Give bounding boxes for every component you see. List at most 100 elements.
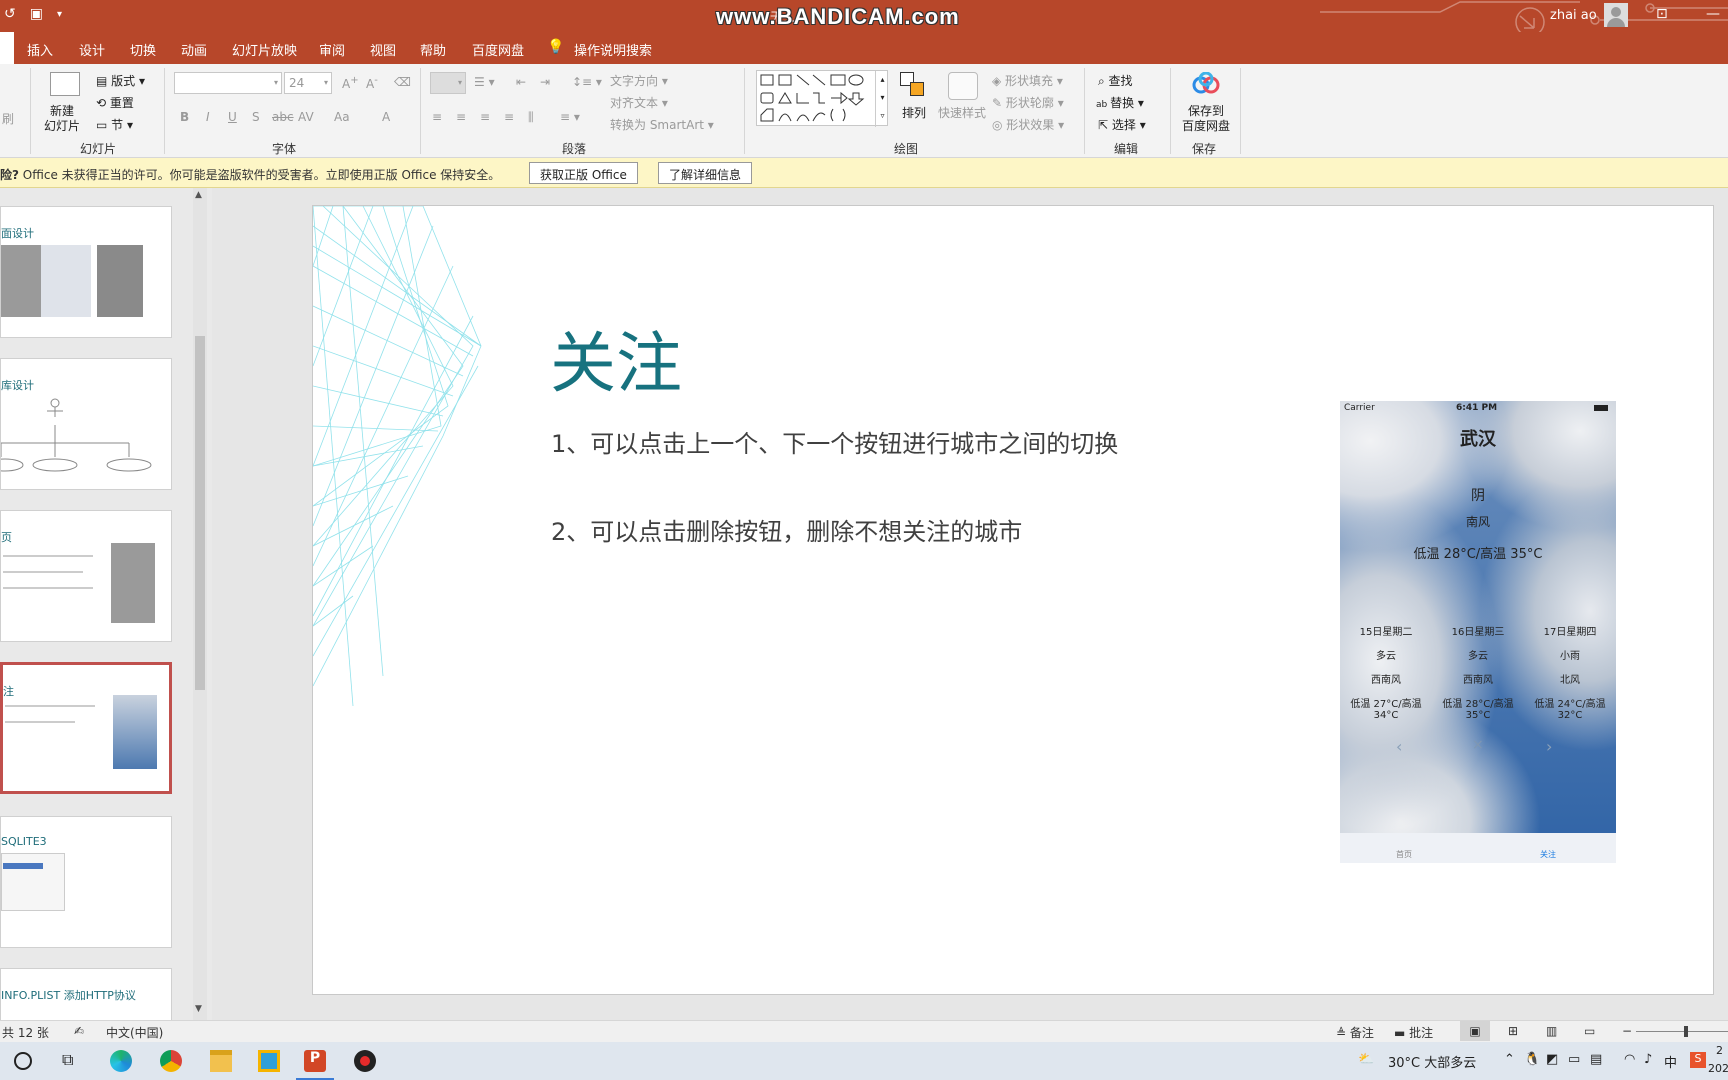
line-spacing-icon[interactable]: ↕≡ ▾	[572, 75, 602, 89]
shapes-gallery[interactable]: ▴ ▾ ▿	[756, 70, 889, 127]
ime-indicator[interactable]: 中	[1664, 1052, 1677, 1071]
shape-fill-button[interactable]: ◈ 形状填充 ▾	[992, 72, 1063, 89]
slide-thumbnail[interactable]: INFO.PLIST 添加HTTP协议	[0, 968, 172, 1020]
slide-thumbnail[interactable]: 面设计	[0, 206, 172, 338]
tab-view[interactable]: 视图	[370, 40, 396, 59]
convert-smartart-button[interactable]: 转换为 SmartArt ▾	[610, 116, 714, 133]
task-view-icon[interactable]: ⧉	[62, 1050, 84, 1072]
tray-app-icon[interactable]: ◩	[1546, 1052, 1558, 1067]
font-name-combo[interactable]: ▾	[174, 72, 282, 94]
slide-bullet-1[interactable]: 1、可以点击上一个、下一个按钮进行城市之间的切换	[551, 424, 1118, 459]
shape-outline-button[interactable]: ✎ 形状轮廓 ▾	[992, 94, 1064, 111]
normal-view-icon[interactable]: ▣	[1460, 1021, 1490, 1041]
zoom-slider-handle[interactable]	[1684, 1026, 1688, 1037]
justify-icon[interactable]: ≡	[504, 110, 514, 124]
comments-button[interactable]: ▬ 批注	[1394, 1024, 1433, 1041]
new-slide-icon[interactable]	[50, 72, 80, 96]
wifi-icon[interactable]: ◠	[1624, 1052, 1635, 1067]
tab-insert[interactable]: 插入	[27, 40, 53, 59]
decrease-font-icon[interactable]: A-	[366, 75, 378, 91]
chrome-icon[interactable]	[160, 1050, 182, 1072]
columns-icon[interactable]: ⫼	[528, 110, 534, 125]
weather-icon[interactable]: ⛅	[1358, 1052, 1374, 1067]
thumbnail-scrollbar[interactable]: ▲ ▼	[193, 188, 207, 1020]
decrease-indent-icon[interactable]: ⇤	[516, 75, 526, 89]
powerpoint-icon[interactable]: P	[304, 1050, 326, 1072]
tell-me-search[interactable]: 操作说明搜索	[574, 40, 652, 59]
slide-bullet-2[interactable]: 2、可以点击删除按钮，删除不想关注的城市	[551, 512, 1022, 547]
slideshow-view-icon[interactable]: ▭	[1584, 1024, 1595, 1038]
current-slide[interactable]: 关注 1、可以点击上一个、下一个按钮进行城市之间的切换 2、可以点击删除按钮，删…	[312, 205, 1714, 995]
bullets-button[interactable]: ▾	[430, 72, 466, 94]
battery-tray-icon[interactable]: ▭	[1568, 1052, 1580, 1067]
slide-title[interactable]: 关注	[550, 310, 682, 406]
clock-date[interactable]: 202	[1708, 1062, 1728, 1075]
change-case-button[interactable]: Aa	[334, 110, 350, 124]
start-slideshow-icon[interactable]: ▣	[30, 6, 43, 22]
slide-thumbnail[interactable]: SQLITE3	[0, 816, 172, 948]
zoom-slider[interactable]	[1636, 1031, 1728, 1032]
increase-indent-icon[interactable]: ⇥	[540, 75, 550, 89]
network-icon[interactable]: ▤	[1590, 1052, 1602, 1067]
sogou-icon[interactable]: S	[1690, 1052, 1706, 1068]
learn-more-button[interactable]: 了解详细信息	[658, 162, 753, 184]
notes-button[interactable]: ≜ 备注	[1336, 1024, 1374, 1041]
reading-view-icon[interactable]: ▥	[1546, 1024, 1557, 1038]
shape-effects-button[interactable]: ◎ 形状效果 ▾	[992, 116, 1064, 133]
shapes-gallery-scroll[interactable]: ▴ ▾ ▿	[875, 71, 889, 127]
save-to-netdisk-button[interactable]: 保存到 百度网盘	[1182, 104, 1230, 134]
underline-button[interactable]: U	[228, 110, 237, 124]
arrange-button[interactable]: 排列	[902, 104, 926, 121]
undo-icon[interactable]: ↺	[4, 6, 16, 22]
language-indicator[interactable]: 中文(中国)	[106, 1024, 163, 1041]
show-hidden-icons[interactable]: ⌃	[1504, 1052, 1515, 1067]
scroll-down-icon[interactable]: ▼	[195, 1004, 202, 1014]
ribbon-display-options-icon[interactable]: ⊡	[1656, 6, 1668, 22]
clock-time[interactable]: 2	[1716, 1044, 1723, 1057]
scroll-up-icon[interactable]: ▲	[195, 190, 202, 200]
spellcheck-icon[interactable]: ✍	[74, 1024, 84, 1038]
get-genuine-office-button[interactable]: 获取正版 Office	[529, 162, 638, 184]
app-icon[interactable]	[258, 1050, 280, 1072]
char-spacing-button[interactable]: AV	[298, 110, 314, 124]
tab-help[interactable]: 帮助	[420, 40, 446, 59]
weather-text[interactable]: 30°C 大部多云	[1388, 1052, 1476, 1071]
shadow-button[interactable]: S	[252, 110, 260, 124]
new-slide-button[interactable]: 新建 幻灯片	[44, 104, 80, 134]
find-button[interactable]: ⌕ 查找	[1098, 72, 1133, 89]
minimize-icon[interactable]: —	[1706, 6, 1720, 22]
align-text-button[interactable]: 对齐文本 ▾	[610, 94, 668, 111]
edge-icon[interactable]	[110, 1050, 132, 1072]
section-button[interactable]: ▭ 节 ▾	[96, 116, 133, 133]
slide-thumbnail-current[interactable]: 注	[0, 662, 172, 794]
tab-slideshow[interactable]: 幻灯片放映	[232, 40, 297, 59]
quick-styles-button[interactable]: 快速样式	[938, 104, 986, 121]
tab-design[interactable]: 设计	[79, 40, 105, 59]
bandicam-icon[interactable]	[354, 1050, 376, 1072]
paragraph-options-icon[interactable]: ≡ ▾	[560, 110, 580, 124]
tab-home-partial[interactable]	[0, 32, 14, 64]
numbering-icon[interactable]: ☰ ▾	[474, 75, 495, 89]
replace-button[interactable]: ab 替换 ▾	[1096, 94, 1144, 111]
user-name[interactable]: zhai ao	[1550, 8, 1597, 23]
layout-button[interactable]: ▤ 版式 ▾	[96, 72, 145, 89]
reset-button[interactable]: ⟲ 重置	[96, 94, 134, 111]
clear-format-icon[interactable]: ⌫	[394, 75, 411, 89]
tab-review[interactable]: 审阅	[319, 40, 345, 59]
align-left-icon[interactable]: ≡	[432, 110, 442, 124]
tab-animations[interactable]: 动画	[181, 40, 207, 59]
zoom-out-icon[interactable]: −	[1622, 1024, 1632, 1038]
user-avatar[interactable]	[1604, 3, 1628, 27]
volume-icon[interactable]: ♪	[1644, 1052, 1652, 1067]
tab-transitions[interactable]: 切换	[130, 40, 156, 59]
tab-baidu-netdisk[interactable]: 百度网盘	[472, 40, 524, 59]
align-right-icon[interactable]: ≡	[480, 110, 490, 124]
bold-button[interactable]: B	[180, 110, 189, 124]
strikethrough-button[interactable]: abc	[272, 110, 294, 124]
italic-button[interactable]: I	[206, 110, 210, 124]
font-size-combo[interactable]: 24 ▾	[284, 72, 332, 94]
slide-thumbnail[interactable]: 页	[0, 510, 172, 642]
increase-font-icon[interactable]: A+	[342, 75, 359, 91]
file-explorer-icon[interactable]	[210, 1050, 232, 1072]
search-icon[interactable]	[14, 1052, 32, 1070]
